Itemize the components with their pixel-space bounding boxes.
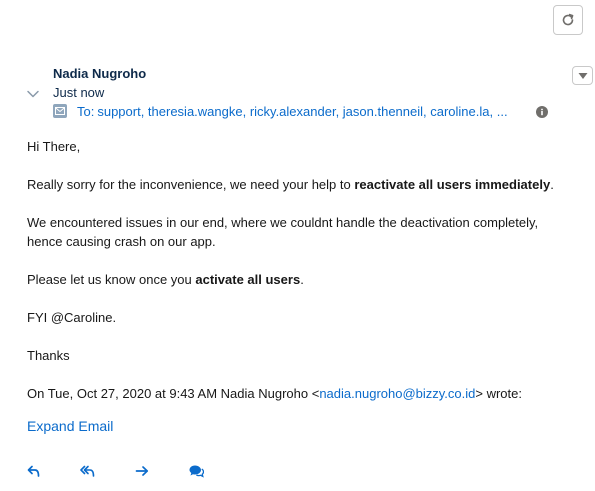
- sign-off: Thanks: [27, 348, 70, 363]
- paragraph-issue: We encountered issues in our end, where …: [27, 215, 539, 249]
- email-icon: [53, 104, 67, 118]
- forward-button[interactable]: [133, 462, 151, 480]
- info-icon[interactable]: [536, 106, 548, 118]
- greeting: Hi There,: [27, 139, 81, 154]
- forward-icon: [135, 466, 149, 476]
- refresh-button[interactable]: [553, 5, 583, 35]
- paragraph-request: Really sorry for the inconvenience, we n…: [27, 175, 554, 194]
- email-actions-menu-button[interactable]: [572, 66, 593, 85]
- fyi-line: FYI @Caroline.: [27, 310, 117, 325]
- reply-all-icon: [80, 465, 95, 477]
- chat-button[interactable]: [187, 462, 205, 480]
- timestamp: Just now: [53, 85, 105, 100]
- reply-icon: [27, 465, 40, 477]
- refresh-icon: [562, 13, 574, 26]
- p3-end: .: [300, 272, 304, 287]
- p3-text: Please let us know once you: [27, 272, 196, 287]
- p1-end: .: [550, 177, 554, 192]
- recipients-list[interactable]: support, theresia.wangke, ricky.alexande…: [97, 104, 507, 119]
- quote-suffix: > wrote:: [475, 386, 522, 401]
- reply-button[interactable]: [25, 462, 43, 480]
- expand-email-link[interactable]: Expand Email: [27, 416, 113, 436]
- chat-icon: [189, 465, 204, 478]
- collapse-toggle[interactable]: [25, 86, 41, 102]
- p1-bold: reactivate all users immediately: [354, 177, 551, 192]
- dropdown-menu-icon: [578, 72, 587, 79]
- p1-text: Really sorry for the inconvenience, we n…: [27, 177, 355, 192]
- to-label: To:: [77, 104, 95, 119]
- sender-name: Nadia Nugroho: [53, 66, 147, 81]
- quoted-header: On Tue, Oct 27, 2020 at 9:43 AM Nadia Nu…: [27, 384, 522, 403]
- recipients-line[interactable]: To: support, theresia.wangke, ricky.alexa…: [77, 103, 508, 121]
- paragraph-activate: Please let us know once you activate all…: [27, 270, 304, 289]
- p3-bold: activate all users: [195, 272, 301, 287]
- quote-prefix: On Tue, Oct 27, 2020 at 9:43 AM Nadia Nu…: [27, 386, 320, 401]
- reply-all-button[interactable]: [79, 462, 97, 480]
- chevron-down-icon: [27, 90, 39, 98]
- quoted-email-link[interactable]: nadia.nugroho@bizzy.co.id: [319, 386, 475, 401]
